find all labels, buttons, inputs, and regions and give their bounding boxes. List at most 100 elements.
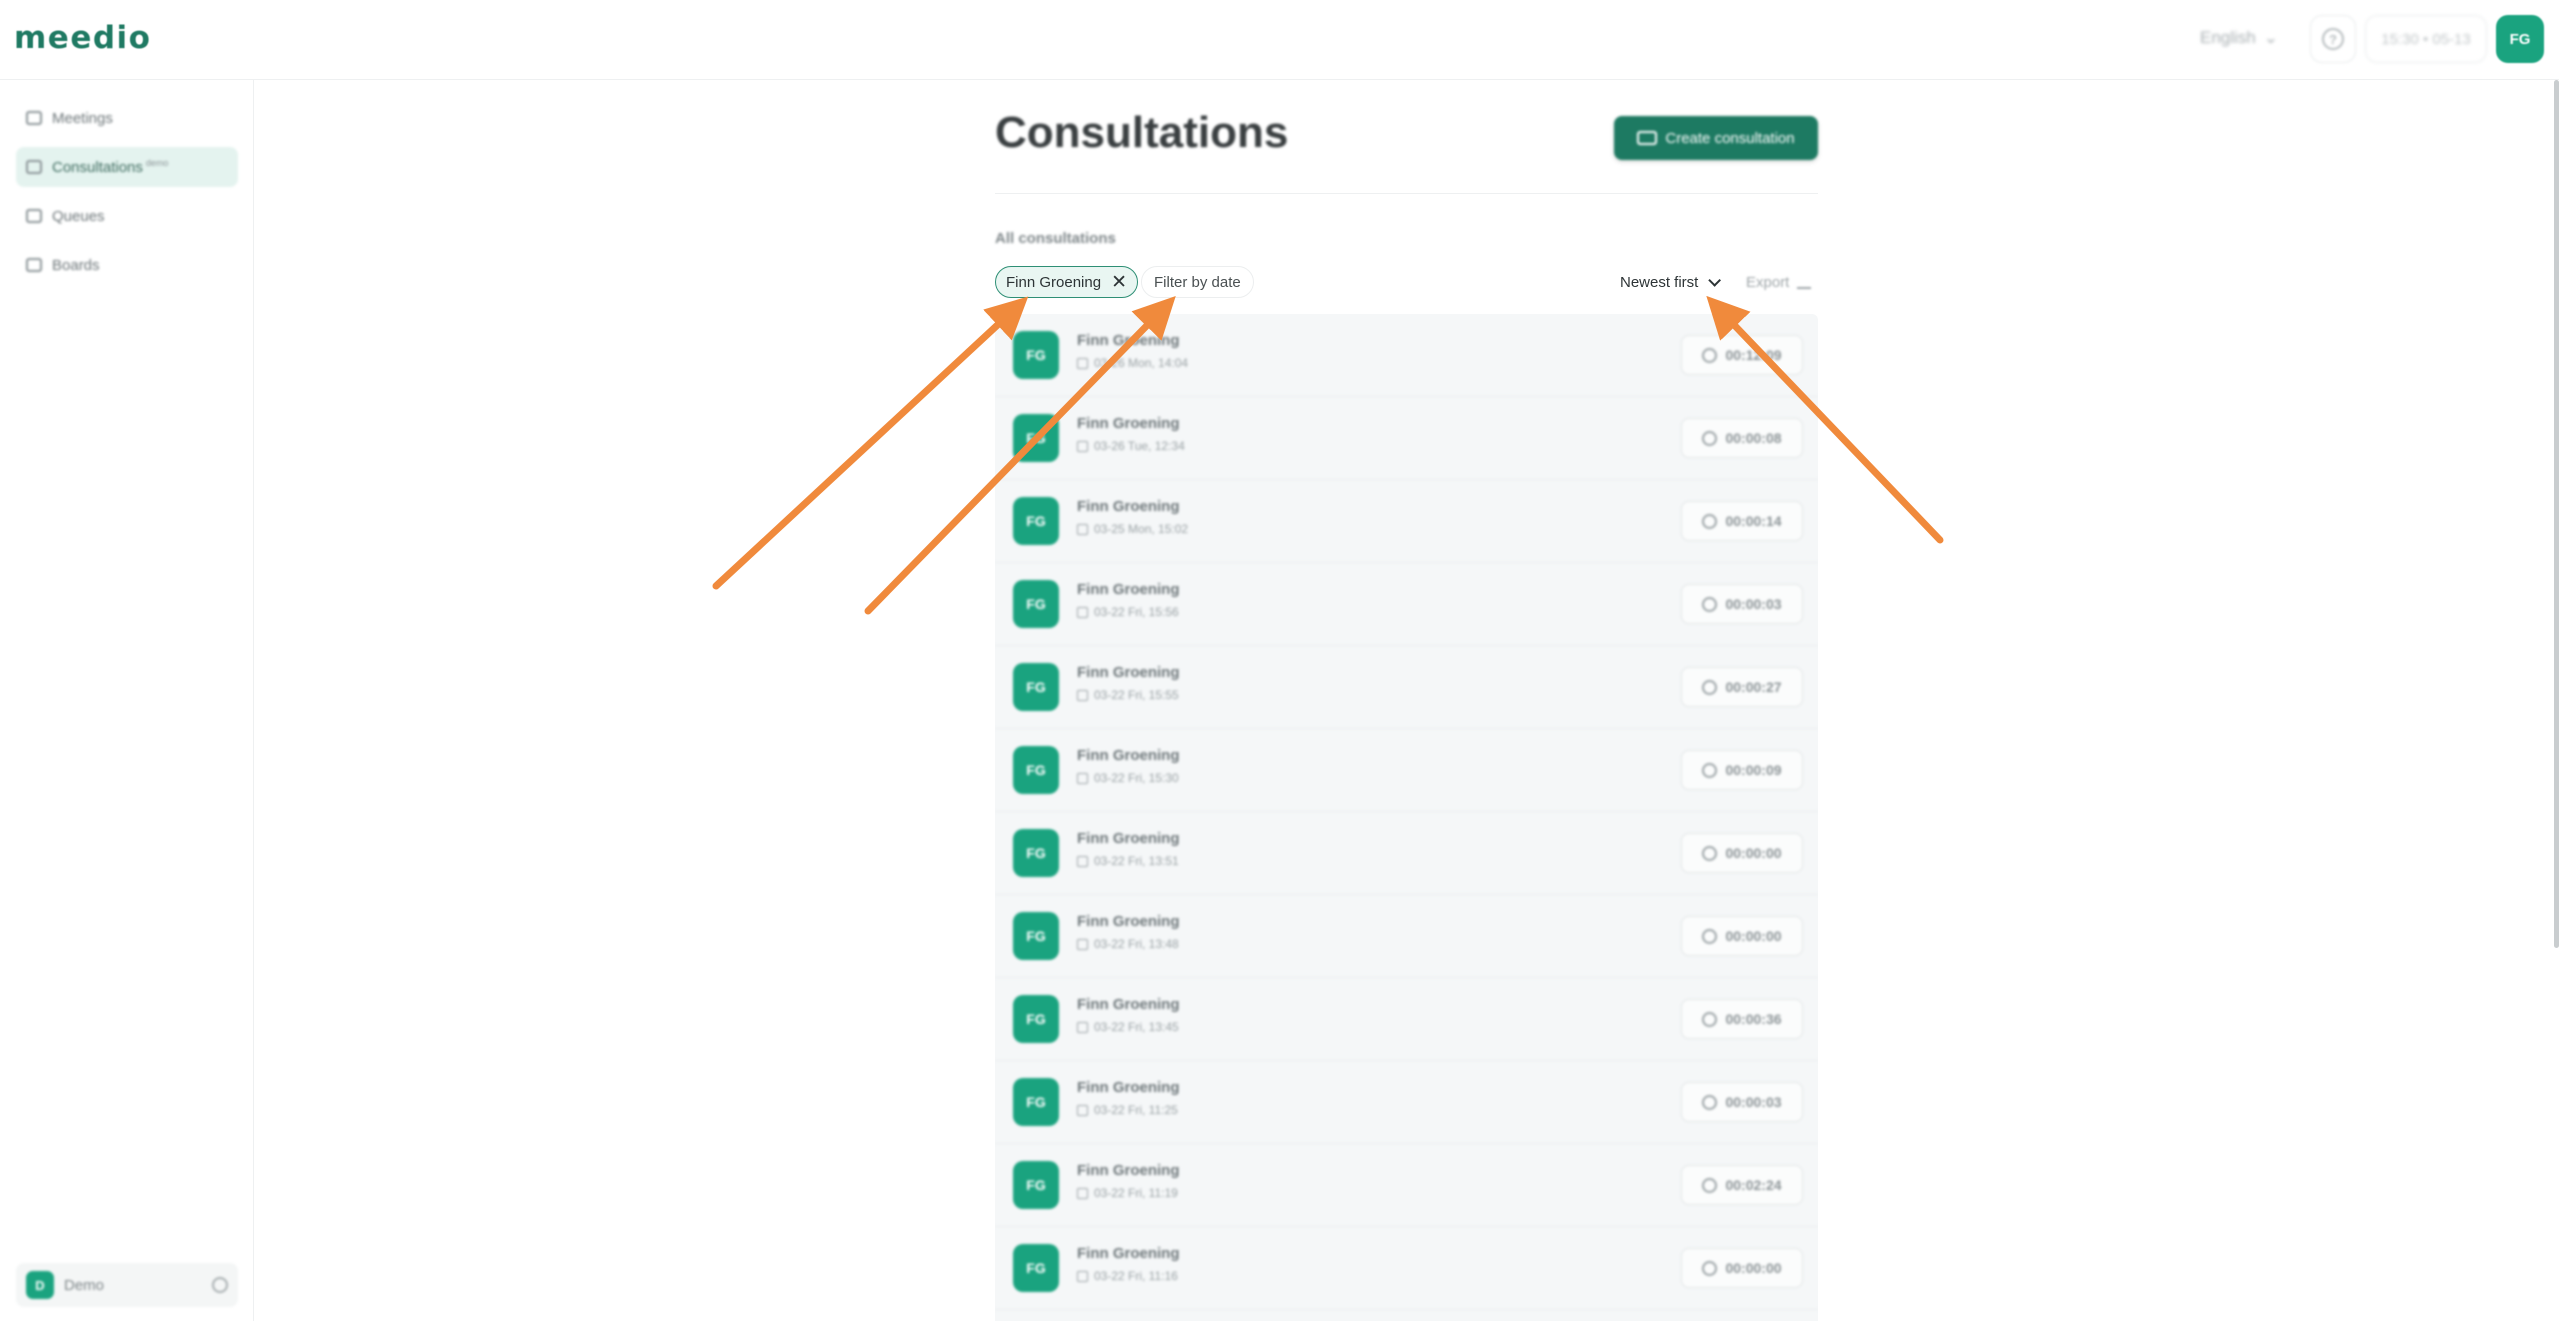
clock-icon — [1702, 1260, 1718, 1276]
create-consultation-button[interactable]: Create consultation — [1614, 116, 1818, 160]
consultation-date: 03-22 Fri, 11:25 — [1077, 1103, 1178, 1117]
participant-name: Finn Groening — [1077, 581, 1180, 598]
consultation-date: 03-22 Fri, 15:55 — [1077, 688, 1179, 702]
participant-avatar: FG — [1013, 746, 1059, 794]
consultation-row[interactable]: FG Finn Groening 03-22 Fri, 15:30 00:00:09 — [995, 729, 1818, 812]
duration-text: 00:00:00 — [1725, 928, 1782, 944]
consultation-row[interactable]: FG Finn Groening 03-22 Fri, 13:45 00:00:36 — [995, 978, 1818, 1061]
sidebar-item-boards[interactable]: Boards — [16, 245, 238, 285]
consultation-row[interactable]: FG Finn Groening 03-26 Tue, 12:34 00:00:08 — [995, 397, 1818, 480]
chevron-down-icon — [1708, 273, 1722, 287]
time-status[interactable]: 15:30 • 05-13 — [2365, 15, 2487, 63]
duration-badge: 00:00:09 — [1681, 750, 1803, 790]
sidebar-item-label: Queues — [52, 207, 105, 225]
sidebar-item-label: Consultations demo — [52, 158, 169, 176]
scrollbar[interactable] — [2554, 80, 2559, 948]
consultation-row[interactable]: FG Finn Groening 03-22 Fri, 15:55 00:00:27 — [995, 646, 1818, 729]
duration-text: 00:02:24 — [1725, 1177, 1782, 1193]
calendar-icon — [1077, 606, 1088, 618]
participant-avatar: FG — [1013, 912, 1059, 960]
consultation-date: 03-22 Fri, 11:16 — [1077, 1269, 1178, 1283]
export-button[interactable]: Export — [1746, 268, 1812, 296]
calendar-icon — [1077, 1104, 1088, 1116]
consultation-row[interactable]: FG Finn Groening 03-22 Fri, 15:56 00:00:03 — [995, 563, 1818, 646]
top-bar: meedio English ⌄ ? 15:30 • 05-13 FG — [0, 0, 2559, 80]
consultation-row[interactable]: FG Finn Groening 03-22 Fri, 13:51 00:00:00 — [995, 812, 1818, 895]
page-title: Consultations — [995, 108, 1289, 157]
date-text: 03-26 Mon, 14:04 — [1094, 356, 1189, 370]
participant-filter-chip[interactable]: Finn Groening ✕ — [995, 266, 1138, 298]
calendar-icon — [1077, 1270, 1088, 1282]
calendar-icon — [1077, 1187, 1088, 1199]
workspace-switcher[interactable]: D Demo — [16, 1263, 238, 1307]
participant-name: Finn Groening — [1077, 913, 1180, 930]
duration-badge: 00:00:03 — [1681, 1082, 1803, 1122]
sidebar-item-meetings[interactable]: Meetings — [16, 98, 238, 138]
consultation-row[interactable]: FG Finn Groening 03-26 Mon, 14:04 00:12:09 — [995, 314, 1818, 397]
video-icon — [26, 111, 42, 125]
participant-avatar: FG — [1013, 1244, 1059, 1292]
date-text: 03-22 Fri, 15:30 — [1094, 771, 1179, 785]
consultation-date: 03-22 Fri, 15:56 — [1077, 605, 1179, 619]
clock-icon — [1702, 928, 1718, 944]
consultation-date: 03-25 Mon, 15:02 — [1077, 522, 1188, 536]
duration-text: 00:00:00 — [1725, 1260, 1782, 1276]
consultation-date: 03-22 Fri, 13:51 — [1077, 854, 1179, 868]
consultation-row[interactable]: FG Finn Groening 03-22 Fri, 11:16 00:00:00 — [995, 1227, 1818, 1310]
duration-badge: 00:12:09 — [1681, 335, 1803, 375]
calendar-icon — [1077, 689, 1088, 701]
duration-badge: 00:00:14 — [1681, 501, 1803, 541]
duration-badge: 00:00:27 — [1681, 667, 1803, 707]
duration-badge: 00:00:03 — [1681, 584, 1803, 624]
participant-name: Finn Groening — [1077, 1079, 1180, 1096]
date-text: 03-22 Fri, 15:56 — [1094, 605, 1179, 619]
consultation-row[interactable]: FG Finn Groening 03-22 Fri, 13:48 00:00:00 — [995, 895, 1818, 978]
consultation-date: 03-22 Fri, 11:19 — [1077, 1186, 1178, 1200]
consultation-row[interactable]: FG Finn Groening 03-25 Mon, 15:02 00:00:14 — [995, 480, 1818, 563]
clock-icon — [1702, 1011, 1718, 1027]
gear-icon[interactable] — [212, 1277, 228, 1293]
sidebar-item-queues[interactable]: Queues — [16, 196, 238, 236]
demo-badge: demo — [145, 158, 169, 168]
filter-chip-label: Finn Groening — [1006, 273, 1102, 291]
annotation-arrow-chip — [712, 296, 1029, 590]
duration-text: 00:00:03 — [1725, 596, 1782, 612]
date-text: 03-22 Fri, 13:48 — [1094, 937, 1179, 951]
help-icon: ? — [2322, 28, 2344, 50]
create-consultation-label: Create consultation — [1665, 129, 1795, 147]
calendar-icon — [1077, 357, 1088, 369]
duration-text: 00:00:09 — [1725, 762, 1782, 778]
export-label: Export — [1746, 273, 1790, 291]
language-selector[interactable]: English ⌄ — [2200, 28, 2278, 48]
consultation-date: 03-22 Fri, 15:30 — [1077, 771, 1179, 785]
consultation-date: 03-26 Tue, 12:34 — [1077, 439, 1185, 453]
duration-text: 00:00:36 — [1725, 1011, 1782, 1027]
duration-text: 00:00:14 — [1725, 513, 1782, 529]
user-avatar[interactable]: FG — [2496, 15, 2544, 63]
sidebar-item-label: Meetings — [52, 109, 113, 127]
duration-text: 00:12:09 — [1725, 347, 1782, 363]
date-text: 03-22 Fri, 11:16 — [1094, 1269, 1178, 1283]
clock-icon — [1702, 513, 1718, 529]
consultation-row[interactable]: FG Finn Groening 03-22 Fri, 11:19 00:02:24 — [995, 1144, 1818, 1227]
participant-name: Finn Groening — [1077, 415, 1180, 432]
participant-avatar: FG — [1013, 497, 1059, 545]
clock-icon — [1702, 762, 1718, 778]
duration-text: 00:00:27 — [1725, 679, 1782, 695]
duration-badge: 00:00:00 — [1681, 833, 1803, 873]
clock-icon — [1702, 347, 1718, 363]
consultation-date: 03-22 Fri, 13:45 — [1077, 1020, 1179, 1034]
workspace-avatar: D — [26, 1271, 54, 1299]
consultation-icon — [26, 160, 42, 174]
filter-by-date-button[interactable]: Filter by date — [1141, 266, 1254, 298]
sort-dropdown[interactable]: Newest first — [1620, 268, 1722, 296]
help-button[interactable]: ? — [2310, 15, 2356, 63]
close-icon[interactable]: ✕ — [1111, 273, 1127, 292]
duration-text: 00:00:08 — [1725, 430, 1782, 446]
consultation-row[interactable]: FG Finn Groening 03-22 Fri, 11:25 00:00:03 — [995, 1061, 1818, 1144]
meedio-logo[interactable]: meedio — [14, 20, 151, 56]
duration-badge: 00:00:00 — [1681, 916, 1803, 956]
clock-icon — [1702, 430, 1718, 446]
sidebar-item-consultations[interactable]: Consultations demo — [16, 147, 238, 187]
participant-name: Finn Groening — [1077, 1245, 1180, 1262]
